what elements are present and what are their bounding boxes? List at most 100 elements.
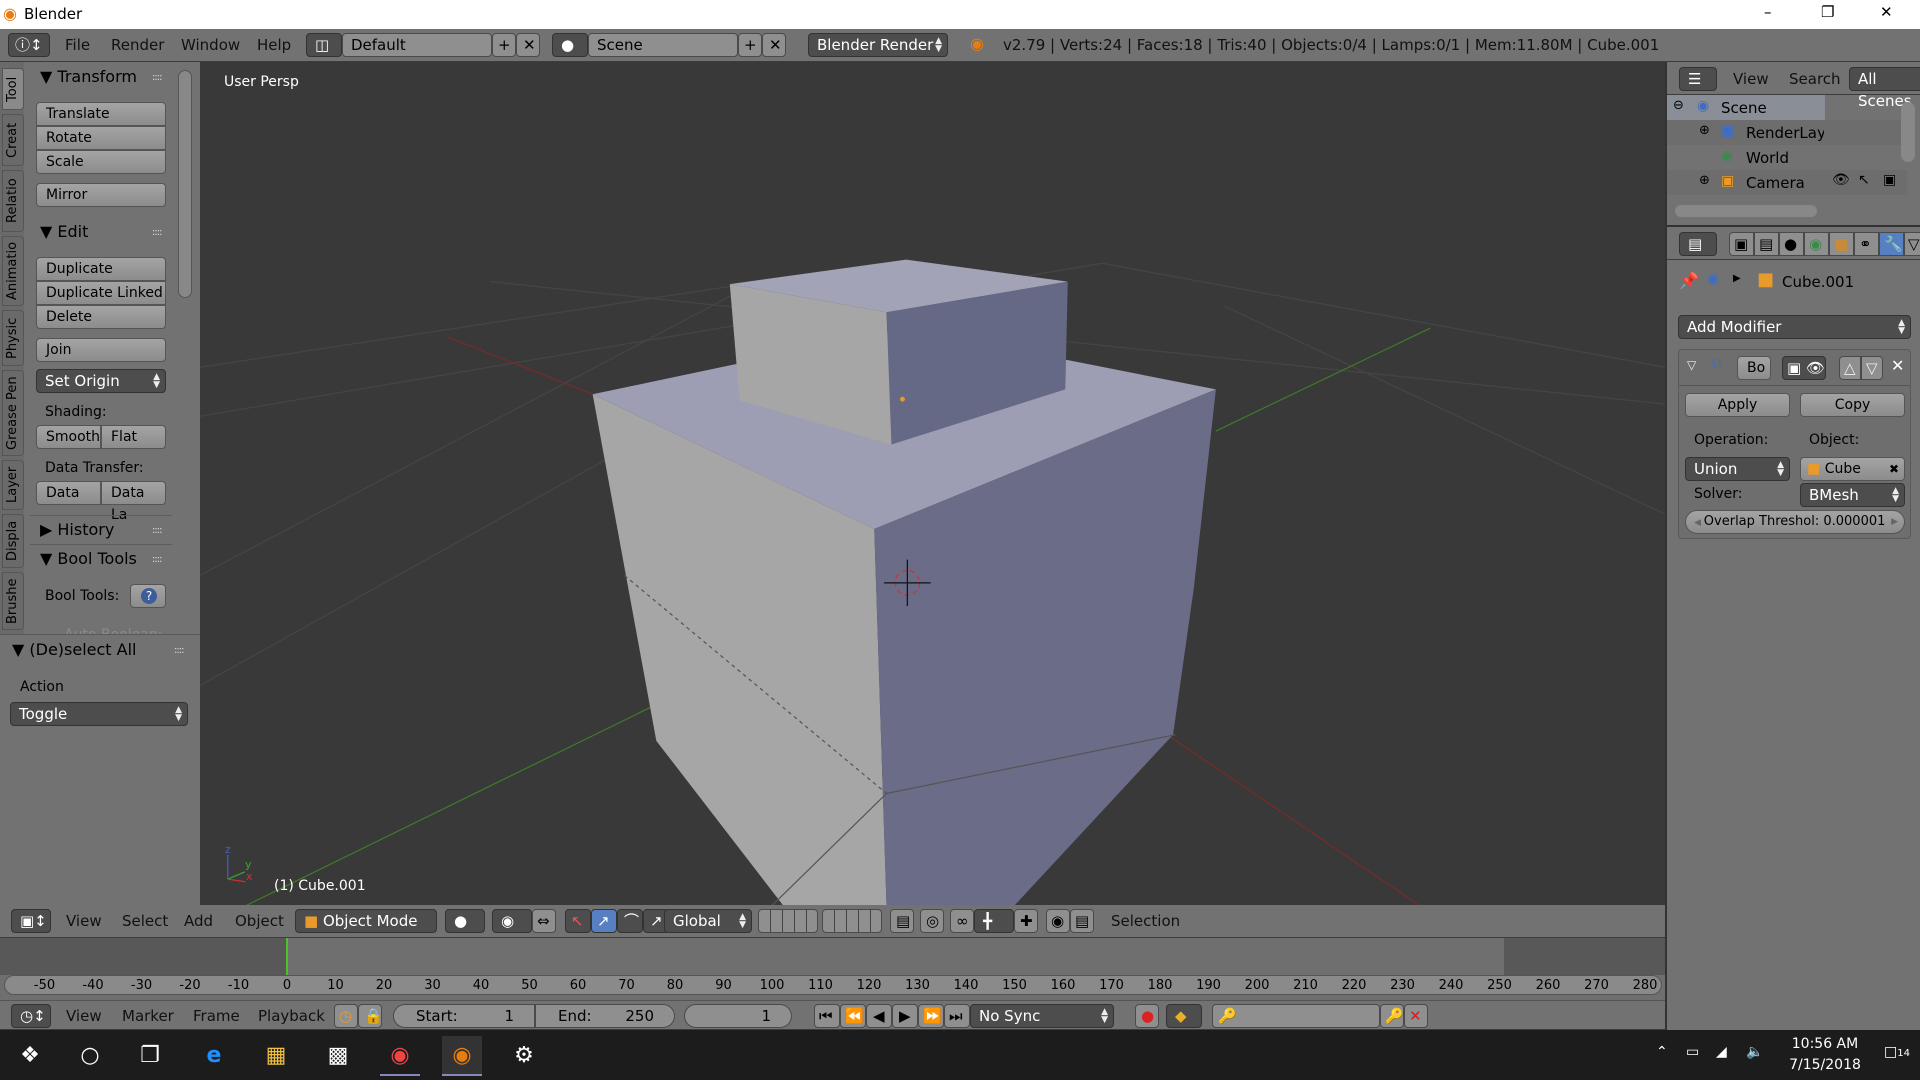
display-mode-dropdown[interactable]: All Scenes bbox=[1849, 67, 1920, 110]
outliner-row[interactable]: ◉ World bbox=[1667, 145, 1907, 170]
action-center-icon[interactable]: □14 bbox=[1884, 1044, 1910, 1060]
transform-panel-header[interactable]: ▼ Transform bbox=[40, 67, 137, 86]
insert-keyframe-button[interactable]: 🔑 bbox=[1380, 1004, 1404, 1028]
deselect-all-header[interactable]: ▼ (De)select All bbox=[12, 640, 137, 659]
tool-shelf-scrollbar[interactable] bbox=[178, 70, 192, 298]
opengl-render-button[interactable]: ◉ bbox=[1046, 909, 1070, 933]
outliner-vertical-scrollbar[interactable] bbox=[1901, 102, 1915, 162]
smooth-shading-button[interactable]: Smooth bbox=[36, 425, 101, 449]
drag-grip-icon[interactable]: :::: bbox=[152, 72, 163, 83]
start-frame-field[interactable]: Start: 1 bbox=[393, 1004, 535, 1028]
decrement-arrow-icon[interactable]: ◀ bbox=[1694, 518, 1704, 528]
translate-button[interactable]: Translate bbox=[36, 102, 166, 126]
menu-search[interactable]: Search bbox=[1789, 70, 1841, 88]
drag-grip-icon[interactable]: :::: bbox=[174, 645, 185, 656]
overlap-threshold-field[interactable]: ◀ Overlap Threshol: 0.000001 ▶ bbox=[1685, 510, 1905, 534]
editor-type-3d-button[interactable]: ▣↕ bbox=[11, 909, 51, 933]
viewport-shading-dropdown[interactable]: ● bbox=[445, 909, 485, 933]
mirror-button[interactable]: Mirror bbox=[36, 183, 166, 207]
proportional-edit-button[interactable]: ◎ bbox=[920, 909, 944, 933]
keying-set-dropdown[interactable]: ◆ bbox=[1166, 1004, 1202, 1028]
visibility-eye-icon[interactable]: 👁 bbox=[1832, 172, 1850, 188]
editor-type-outliner-button[interactable]: ☰ bbox=[1679, 67, 1717, 91]
render-toggle-button[interactable]: ▣ 👁 bbox=[1782, 356, 1826, 380]
chrome-icon[interactable]: ◉ bbox=[380, 1036, 420, 1076]
jump-to-keyframe-back-button[interactable]: ⏪ bbox=[840, 1004, 866, 1028]
tab-physics[interactable]: Physic bbox=[2, 310, 24, 366]
tab-layer[interactable]: Layer bbox=[2, 460, 24, 510]
layers-grid-1[interactable] bbox=[758, 909, 818, 933]
apply-button[interactable]: Apply bbox=[1685, 393, 1790, 417]
outliner-row[interactable]: ⊕ ▣ Camera 👁 ↖ ▣ bbox=[1667, 170, 1907, 195]
task-view-icon[interactable]: ❐ bbox=[130, 1036, 170, 1076]
snap-toggle[interactable]: ∞ bbox=[950, 909, 974, 933]
manipulator-translate-button[interactable]: ↖ bbox=[565, 909, 591, 933]
playhead[interactable] bbox=[286, 938, 288, 975]
modifier-name-field[interactable]: Bo bbox=[1737, 356, 1771, 380]
action-dropdown[interactable]: Toggle ▲ ▼ bbox=[10, 702, 188, 726]
manipulator-rotate-button[interactable]: ⌒ bbox=[617, 909, 643, 933]
lock-range-button[interactable]: 🔒 bbox=[358, 1004, 383, 1028]
volume-icon[interactable]: 🔈 bbox=[1746, 1044, 1763, 1060]
editor-type-properties-button[interactable]: ▤ bbox=[1679, 232, 1717, 256]
renderability-camera-icon[interactable]: ▣ bbox=[1883, 172, 1896, 188]
flat-shading-button[interactable]: Flat bbox=[101, 425, 166, 449]
move-up-button[interactable]: △ bbox=[1839, 356, 1861, 380]
file-explorer-icon[interactable]: ▦ bbox=[256, 1036, 296, 1076]
sync-dropdown[interactable]: No Sync ▲ ▼ bbox=[970, 1004, 1114, 1028]
duplicate-linked-button[interactable]: Duplicate Linked bbox=[36, 281, 166, 305]
world-tab[interactable]: ◉ bbox=[1804, 232, 1829, 256]
menu-object[interactable]: Object bbox=[235, 912, 284, 930]
snap-target-button[interactable]: ✚ bbox=[1014, 909, 1038, 933]
data-layers-button[interactable]: Data La bbox=[101, 481, 166, 523]
auto-keying-button[interactable]: ● bbox=[1135, 1004, 1159, 1028]
rotate-button[interactable]: Rotate bbox=[36, 126, 166, 150]
collapse-arrow-icon[interactable]: ▽ bbox=[1687, 358, 1696, 372]
menu-view[interactable]: View bbox=[66, 912, 102, 930]
show-hidden-icons[interactable]: ⌃ bbox=[1656, 1044, 1668, 1060]
data-transfer-button[interactable]: Data bbox=[36, 481, 101, 505]
pin-icon[interactable]: 📌 bbox=[1679, 271, 1699, 290]
layers-grid-2[interactable] bbox=[822, 909, 882, 933]
object-tab[interactable]: ■ bbox=[1829, 232, 1854, 256]
solver-dropdown[interactable]: BMesh ▲ ▼ bbox=[1800, 483, 1905, 507]
duplicate-button[interactable]: Duplicate bbox=[36, 257, 166, 281]
tab-animation[interactable]: Animatio bbox=[2, 236, 24, 306]
pivot-point-dropdown[interactable]: ◉ bbox=[492, 909, 532, 933]
scale-button[interactable]: Scale bbox=[36, 150, 166, 174]
manipulator-active-button[interactable]: ↗ bbox=[591, 909, 617, 933]
bool-tools-panel-header[interactable]: ▼ Bool Tools bbox=[40, 549, 137, 568]
modifiers-tab[interactable]: 🔧 bbox=[1879, 232, 1904, 256]
menu-view[interactable]: View bbox=[1733, 70, 1769, 88]
menu-view[interactable]: View bbox=[66, 1007, 102, 1025]
selectability-cursor-icon[interactable]: ↖ bbox=[1858, 172, 1870, 188]
drag-grip-icon[interactable]: :::: bbox=[152, 525, 163, 536]
operation-dropdown[interactable]: Union ▲ ▼ bbox=[1685, 457, 1790, 481]
play-button[interactable]: ▶ bbox=[892, 1004, 918, 1028]
increment-arrow-icon[interactable]: ▶ bbox=[1891, 511, 1898, 533]
copy-button[interactable]: Copy bbox=[1800, 393, 1905, 417]
menu-playback[interactable]: Playback bbox=[258, 1007, 325, 1025]
menu-marker[interactable]: Marker bbox=[122, 1007, 174, 1025]
wifi-icon[interactable]: ◢ bbox=[1716, 1044, 1727, 1060]
menu-select[interactable]: Select bbox=[122, 912, 168, 930]
mode-dropdown[interactable]: ■ Object Mode bbox=[295, 909, 437, 933]
search-icon[interactable]: ○ bbox=[70, 1036, 110, 1076]
jump-to-start-button[interactable]: ⏮ bbox=[814, 1004, 840, 1028]
end-frame-field[interactable]: End: 250 bbox=[535, 1004, 675, 1028]
start-icon[interactable]: ❖ bbox=[10, 1036, 50, 1076]
render-layers-tab[interactable]: ▤ bbox=[1754, 232, 1779, 256]
bool-tools-help-button[interactable]: ? bbox=[130, 584, 166, 608]
preview-range-button[interactable]: ◷ bbox=[334, 1004, 358, 1028]
delete-button[interactable]: Delete bbox=[36, 305, 166, 329]
expand-icon[interactable]: ⊕ bbox=[1699, 123, 1710, 138]
opengl-animation-button[interactable]: ▤ bbox=[1070, 909, 1094, 933]
tab-create[interactable]: Creat bbox=[2, 114, 24, 166]
add-modifier-dropdown[interactable]: Add Modifier ▲ ▼ bbox=[1678, 315, 1911, 339]
clear-object-icon[interactable]: ✖ bbox=[1889, 458, 1899, 480]
collapse-icon[interactable]: ⊖ bbox=[1673, 98, 1684, 113]
snap-element-dropdown[interactable]: ╋ bbox=[974, 909, 1014, 933]
edge-icon[interactable]: e bbox=[194, 1036, 234, 1076]
editor-type-timeline-button[interactable]: ◷↕ bbox=[11, 1004, 51, 1028]
menu-frame[interactable]: Frame bbox=[193, 1007, 240, 1025]
